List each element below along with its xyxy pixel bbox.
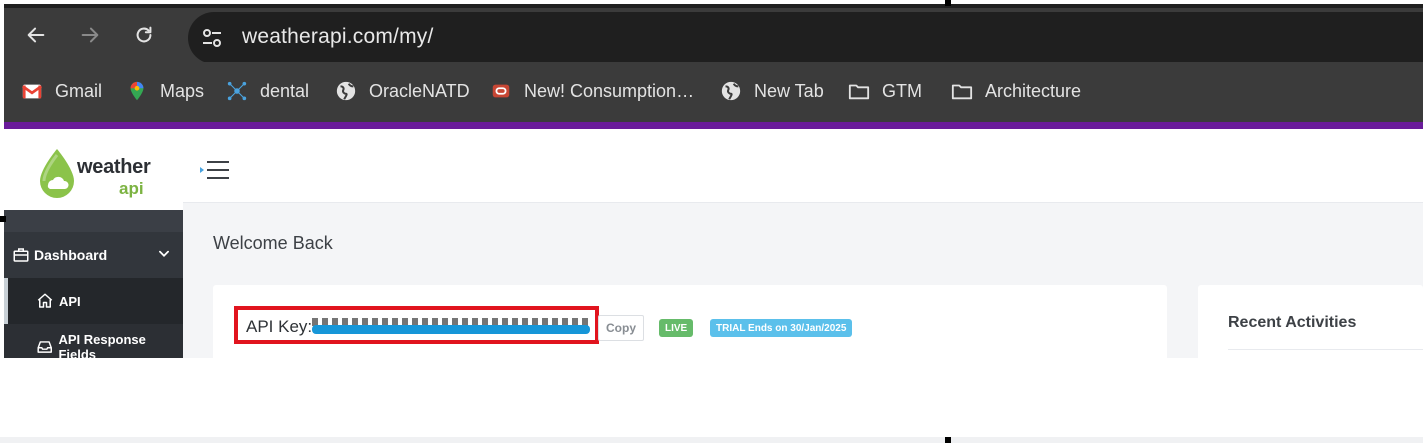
folder-icon bbox=[848, 80, 870, 102]
accent-bar bbox=[4, 122, 1423, 129]
bottom-edge bbox=[0, 437, 1423, 443]
api-key-label: API Key: bbox=[246, 317, 313, 336]
selection-handle bbox=[945, 0, 951, 6]
sidebar-item-dashboard[interactable]: Dashboard bbox=[4, 232, 183, 278]
sidebar-separator bbox=[4, 210, 183, 232]
maps-pin-icon bbox=[126, 80, 148, 102]
weatherapi-page: weather api Dashboard API API Response F… bbox=[4, 129, 1423, 358]
redaction-mark bbox=[312, 325, 590, 334]
logo[interactable]: weather api bbox=[4, 129, 183, 210]
back-arrow-icon[interactable] bbox=[22, 21, 50, 49]
network-icon bbox=[226, 80, 248, 102]
forward-arrow-icon[interactable] bbox=[76, 21, 104, 49]
divider bbox=[1228, 349, 1423, 350]
top-header bbox=[183, 129, 1423, 203]
reload-icon[interactable] bbox=[130, 21, 158, 49]
selection-handle bbox=[945, 437, 951, 443]
sidebar-item-label: Dashboard bbox=[34, 247, 108, 263]
url-text[interactable]: weatherapi.com/my/ bbox=[242, 25, 434, 49]
bookmark-gmail[interactable]: Gmail bbox=[21, 78, 102, 104]
tune-icon[interactable] bbox=[200, 26, 224, 50]
page-title: Welcome Back bbox=[213, 233, 333, 253]
briefcase-icon bbox=[13, 248, 29, 262]
bookmark-dental[interactable]: dental bbox=[226, 78, 309, 104]
bookmarks-bar: Gmail Maps dental OracleNATD New! Consum… bbox=[4, 62, 1423, 122]
sidebar-item-label: API bbox=[59, 293, 81, 309]
globe-icon bbox=[335, 80, 357, 102]
weather-drop-icon bbox=[40, 149, 74, 198]
bookmark-maps[interactable]: Maps bbox=[126, 78, 204, 104]
address-bar[interactable]: weatherapi.com/my/ bbox=[188, 12, 1423, 64]
trial-badge: TRIAL Ends on 30/Jan/2025 bbox=[710, 319, 853, 337]
bookmark-new-tab[interactable]: New Tab bbox=[720, 78, 824, 104]
chevron-down-icon[interactable] bbox=[157, 247, 171, 261]
oracle-icon bbox=[490, 80, 512, 102]
sidebar-item-label: API Response Fields bbox=[58, 332, 146, 358]
sidebar-item-api-response-fields[interactable]: API Response Fields bbox=[4, 324, 183, 358]
folder-icon bbox=[951, 80, 973, 102]
copy-button[interactable]: Copy bbox=[598, 315, 644, 341]
logo-text-api: api bbox=[119, 179, 144, 198]
inbox-icon bbox=[37, 341, 52, 353]
bookmark-architecture[interactable]: Architecture bbox=[951, 78, 1081, 104]
recent-activities-card: Recent Activities bbox=[1198, 285, 1423, 358]
bookmark-gtm[interactable]: GTM bbox=[848, 78, 922, 104]
sidebar-item-api[interactable]: API bbox=[4, 278, 183, 324]
bookmark-new-consumption[interactable]: New! Consumption… bbox=[490, 78, 694, 104]
logo-text-weather: weather bbox=[77, 156, 151, 178]
recent-activities-title: Recent Activities bbox=[1228, 314, 1357, 331]
menu-toggle-icon[interactable] bbox=[199, 159, 231, 181]
sidebar: weather api Dashboard API API Response F… bbox=[4, 129, 183, 358]
gmail-icon bbox=[21, 80, 43, 102]
status-badge-live: LIVE bbox=[659, 319, 694, 337]
browser-toolbar: weatherapi.com/my/ bbox=[4, 4, 1423, 64]
home-icon bbox=[37, 293, 53, 308]
api-key-card: API Key: Copy LIVE TRIAL Ends on 30/Jan/… bbox=[213, 285, 1167, 358]
bookmark-oraclenatd[interactable]: OracleNATD bbox=[335, 78, 470, 104]
blank-area bbox=[4, 358, 1423, 437]
api-key-highlight: API Key: bbox=[234, 306, 599, 344]
globe-icon bbox=[720, 80, 742, 102]
selection-handle bbox=[0, 216, 6, 222]
